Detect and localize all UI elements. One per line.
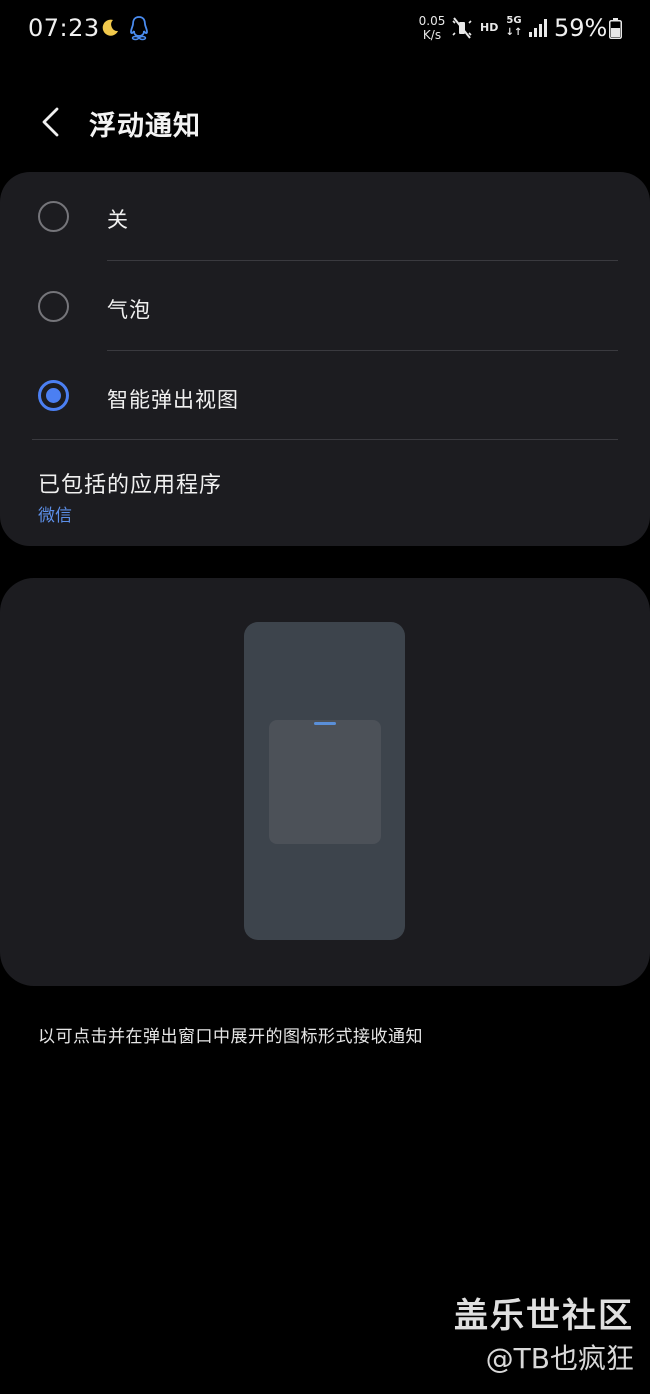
data-arrows-icon: ↓↑ xyxy=(505,27,523,38)
phone-illustration xyxy=(244,622,405,940)
status-time: 07:23 xyxy=(28,14,100,42)
included-apps-item[interactable]: 已包括的应用程序 微信 xyxy=(38,467,618,527)
moon-icon xyxy=(102,19,118,36)
included-apps-title: 已包括的应用程序 xyxy=(38,473,223,498)
watermark-author: @TB也疯狂 xyxy=(485,1342,634,1375)
network-label: 5G xyxy=(506,15,522,26)
radio-smart-popup[interactable] xyxy=(38,380,69,411)
signal-icon xyxy=(529,19,547,37)
net-speed: 0.05 K/s xyxy=(416,14,448,42)
option-off[interactable]: 关 xyxy=(0,172,650,262)
battery-percent: 59% xyxy=(554,14,608,42)
mute-icon xyxy=(452,17,472,39)
divider xyxy=(107,350,618,351)
screen: 07:23 0.05 K/s HD 5G ↓↑ 59% 浮动通知 关 气泡 智能… xyxy=(0,0,650,1394)
option-bubble[interactable]: 气泡 xyxy=(0,262,650,352)
popup-handle xyxy=(314,722,336,725)
option-label: 关 xyxy=(107,208,129,232)
status-bar: 07:23 0.05 K/s HD 5G ↓↑ 59% xyxy=(0,0,650,58)
chevron-left-icon xyxy=(42,107,59,137)
divider xyxy=(107,260,618,261)
description-text: 以可点击并在弹出窗口中展开的图标形式接收通知 xyxy=(38,1027,423,1047)
net-speed-unit: K/s xyxy=(422,28,442,42)
notification-style-card: 关 气泡 智能弹出视图 已包括的应用程序 微信 xyxy=(0,172,650,546)
page-title: 浮动通知 xyxy=(89,111,201,142)
radio-off[interactable] xyxy=(38,201,69,232)
option-label: 智能弹出视图 xyxy=(107,388,239,412)
watermark-title: 盖乐世社区 xyxy=(454,1296,634,1336)
hd-badge: HD xyxy=(480,21,499,34)
radio-bubble[interactable] xyxy=(38,291,69,322)
popup-window-illustration xyxy=(269,720,381,844)
qq-icon xyxy=(130,16,148,41)
included-apps-value: 微信 xyxy=(38,506,72,526)
option-label: 气泡 xyxy=(107,298,151,322)
battery-icon xyxy=(609,18,622,39)
network-type: 5G ↓↑ xyxy=(505,15,523,39)
net-speed-value: 0.05 xyxy=(418,14,446,28)
preview-card xyxy=(0,578,650,986)
option-smart-popup[interactable]: 智能弹出视图 xyxy=(0,352,650,442)
back-button[interactable] xyxy=(28,100,72,144)
divider xyxy=(32,439,618,440)
